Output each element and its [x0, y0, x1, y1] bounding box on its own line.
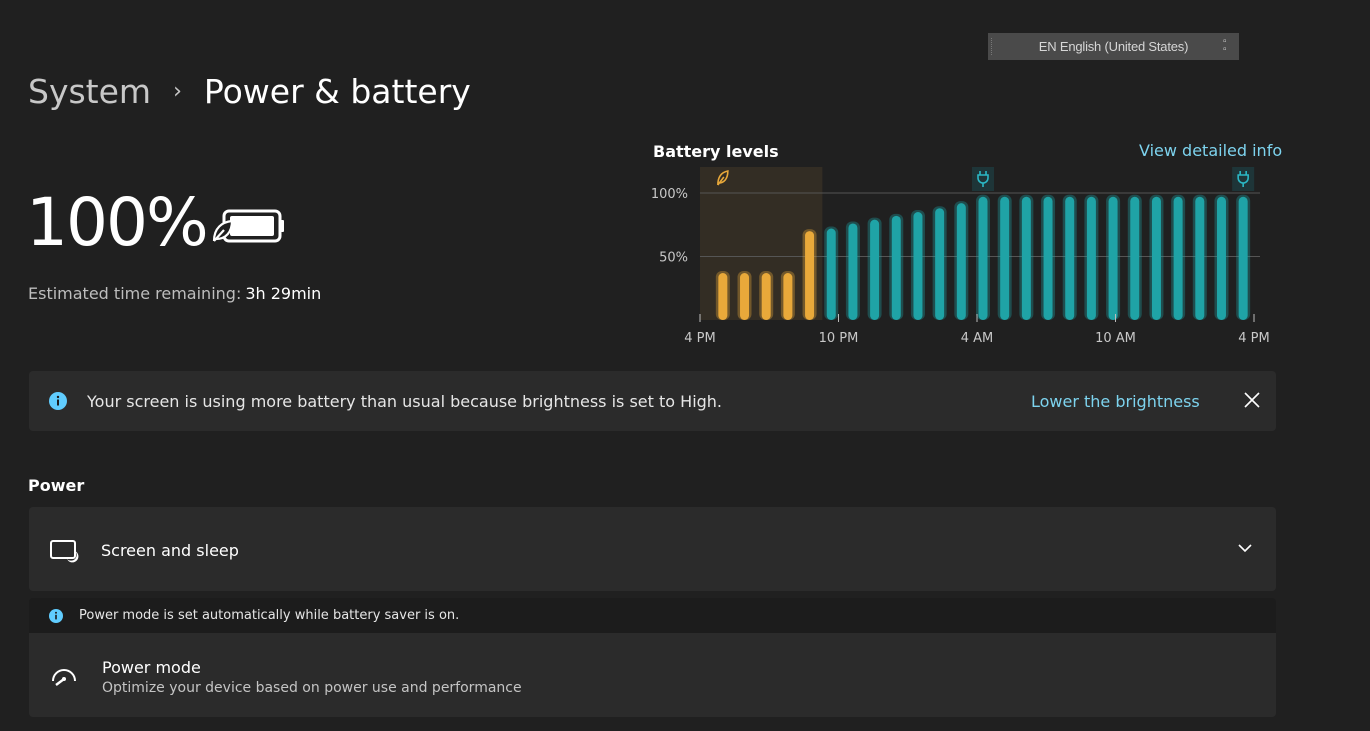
breadcrumb-system[interactable]: System: [28, 72, 151, 111]
estimated-time: Estimated time remaining: 3h 29min: [28, 284, 321, 303]
language-bar[interactable]: EN English (United States) ▫ ▫: [988, 33, 1239, 60]
bar: [1238, 196, 1248, 320]
battery-percent: 100%: [26, 184, 209, 261]
section-heading-power: Power: [28, 476, 85, 495]
x-tick-label: 4 PM: [684, 331, 715, 346]
info-icon: [49, 392, 67, 410]
lower-brightness-link[interactable]: Lower the brightness: [1031, 392, 1200, 411]
x-tick-label: 10 AM: [1095, 331, 1136, 346]
x-tick-label: 10 PM: [819, 331, 859, 346]
power-mode-row[interactable]: Power mode Optimize your device based on…: [29, 633, 1276, 717]
bar: [1173, 196, 1183, 320]
bar: [870, 219, 880, 320]
power-mode-title: Power mode: [102, 658, 201, 677]
bar: [718, 273, 728, 320]
screen-sleep-label: Screen and sleep: [101, 541, 239, 560]
view-detailed-info-link[interactable]: View detailed info: [1139, 141, 1282, 160]
battery-levels-chart[interactable]: 100% 50% 4 PM 10 PM 4 AM 10 AM 4 PM: [640, 160, 1290, 355]
bar: [1108, 196, 1118, 320]
x-tick-label: 4 PM: [1238, 331, 1269, 346]
breadcrumb: System › Power & battery: [28, 72, 471, 111]
bar: [783, 273, 793, 320]
speedometer-icon: [52, 669, 76, 686]
y-tick-label: 100%: [651, 187, 688, 202]
options-icon[interactable]: ▫ ▫: [1223, 37, 1233, 55]
breadcrumb-separator: ›: [173, 79, 182, 104]
bar: [761, 273, 771, 320]
brightness-banner: Your screen is using more battery than u…: [29, 371, 1276, 431]
note-message: Power mode is set automatically while ba…: [79, 608, 460, 623]
bar: [1065, 196, 1075, 320]
bar: [935, 208, 945, 320]
bar: [805, 231, 815, 320]
power-mode-subtitle: Optimize your device based on power use …: [102, 680, 522, 696]
bar: [978, 196, 988, 320]
bar: [1216, 196, 1226, 320]
bar: [913, 212, 923, 320]
y-tick-label: 50%: [659, 251, 688, 266]
x-tick-label: 4 AM: [961, 331, 994, 346]
bar: [1086, 196, 1096, 320]
banner-message: Your screen is using more battery than u…: [87, 392, 723, 411]
grip-handle[interactable]: [991, 38, 995, 55]
bar: [1130, 196, 1140, 320]
bar: [826, 228, 836, 320]
screen-and-sleep-row[interactable]: Screen and sleep: [29, 507, 1276, 591]
bar: [1195, 196, 1205, 320]
chevron-down-icon[interactable]: [1237, 542, 1253, 554]
battery-saver-icon: [212, 209, 284, 243]
bar: [1021, 196, 1031, 320]
power-mode-note: Power mode is set automatically while ba…: [29, 598, 1276, 633]
bar: [891, 215, 901, 320]
plug-icon: [1232, 167, 1255, 191]
close-icon[interactable]: [1241, 389, 1263, 411]
info-icon: [49, 609, 63, 623]
bar: [740, 273, 750, 320]
estimate-label: Estimated time remaining:: [28, 284, 242, 303]
estimate-value: 3h 29min: [245, 284, 322, 303]
page-title: Power & battery: [203, 72, 471, 111]
plug-icon: [972, 167, 994, 191]
bar: [848, 223, 858, 320]
language-label: EN English (United States): [1038, 39, 1189, 54]
chart-title: Battery levels: [653, 142, 779, 161]
bar: [956, 203, 966, 320]
bar: [1151, 196, 1161, 320]
bar: [1000, 196, 1010, 320]
screen-sleep-icon: [50, 540, 79, 563]
bar: [1043, 196, 1053, 320]
